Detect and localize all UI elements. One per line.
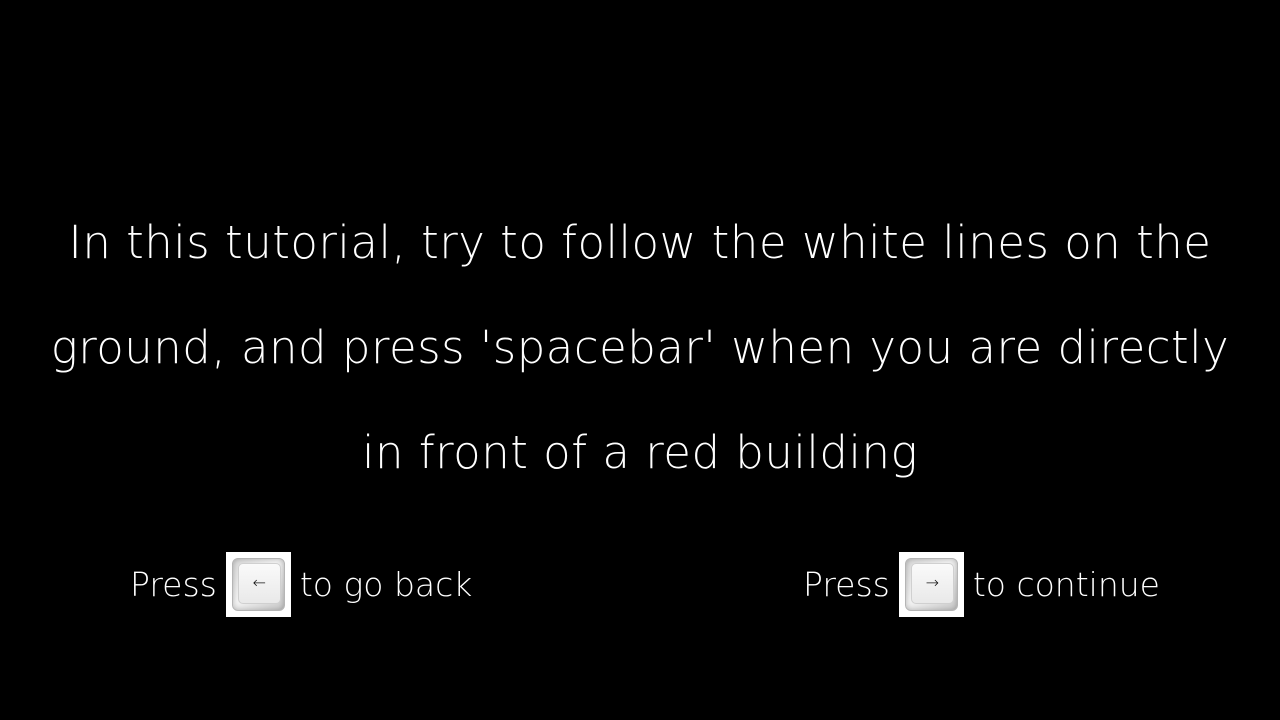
continue-label: to continue bbox=[972, 565, 1160, 604]
left-arrow-glyph: ← bbox=[252, 573, 267, 592]
right-arrow-glyph: → bbox=[925, 573, 940, 592]
go-back-prefix: Press bbox=[130, 565, 217, 604]
keycap-face: ← bbox=[237, 563, 281, 604]
right-arrow-key-icon[interactable]: → bbox=[898, 552, 964, 617]
instruction-line-3: in front of a red building bbox=[362, 426, 918, 479]
continue-prefix: Press bbox=[803, 565, 890, 604]
instruction-line-2: ground, and press 'spacebar' when you ar… bbox=[50, 321, 1230, 374]
tutorial-screen: In this tutorial, try to follow the whit… bbox=[0, 0, 1280, 720]
instruction-text: In this tutorial, try to follow the whit… bbox=[0, 190, 1280, 505]
keycap-face: → bbox=[910, 563, 954, 604]
go-back-label: to go back bbox=[299, 565, 473, 604]
continue-hint: Press → to continue bbox=[803, 552, 1160, 617]
left-arrow-key-icon[interactable]: ← bbox=[225, 552, 291, 617]
go-back-hint: Press ← to go back bbox=[130, 552, 472, 617]
instruction-line-1: In this tutorial, try to follow the whit… bbox=[68, 216, 1212, 269]
keycap: ← bbox=[231, 558, 285, 611]
keycap: → bbox=[904, 558, 958, 611]
